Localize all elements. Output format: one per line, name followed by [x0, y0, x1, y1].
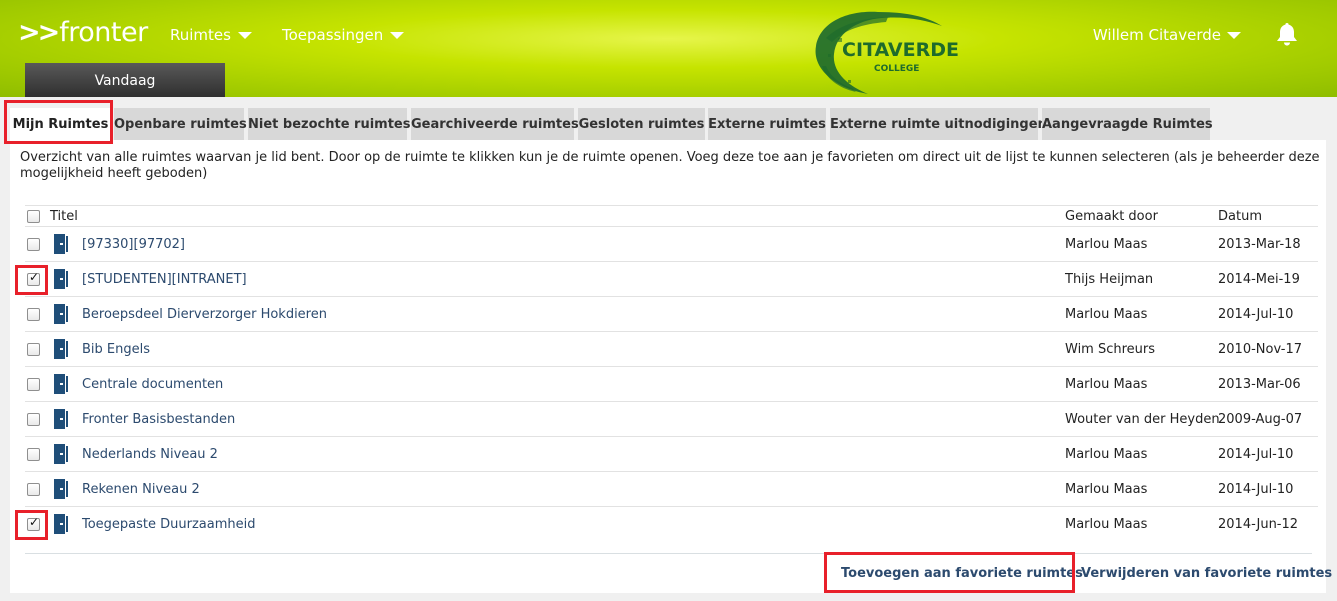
bell-icon[interactable] [1276, 22, 1298, 46]
select-all-checkbox[interactable] [27, 210, 40, 223]
table-header-row: Titel Gemaakt door Datum [25, 205, 1318, 226]
table-row: Beroepsdeel Dierverzorger Hokdieren Marlo… [25, 296, 1318, 331]
room-door-icon[interactable] [53, 374, 69, 394]
nav-toepassingen[interactable]: Toepassingen [282, 26, 405, 44]
tab-gearchiveerde-ruimtes[interactable]: Gearchiveerde ruimtes [411, 108, 579, 141]
table-row: Nederlands Niveau 2 Marlou Maas 2014-Jul-1… [25, 436, 1318, 471]
nav-toepassingen-label: Toepassingen [282, 26, 384, 44]
table-row: Toegepaste Duurzaamheid Marlou Maas 2014-J… [25, 506, 1318, 541]
room-date: 2014-Jun-12 [1218, 517, 1299, 532]
room-title-link[interactable]: Beroepsdeel Dierverzorger Hokdieren [82, 307, 327, 322]
room-title-link[interactable]: [STUDENTEN][INTRANET] [82, 272, 247, 287]
room-created-by: Marlou Maas [1065, 447, 1148, 462]
room-created-by: Wouter van der Heyden [1065, 412, 1220, 427]
room-title-link[interactable]: Fronter Basisbestanden [82, 412, 235, 427]
user-menu[interactable]: Willem Citaverde [1093, 26, 1241, 44]
tab-externe-ruimtes[interactable]: Externe ruimtes [708, 108, 826, 141]
brand-sub: COLLEGE [874, 64, 919, 74]
row-checkbox[interactable] [27, 270, 40, 286]
user-name: Willem Citaverde [1092, 26, 1221, 44]
table-row: [STUDENTEN][INTRANET] Thijs Heijman 2014-M… [25, 261, 1318, 296]
row-checkbox[interactable] [27, 515, 40, 531]
room-door-icon[interactable] [53, 339, 69, 359]
tab-mijn-ruimtes[interactable]: Mijn Ruimtes [10, 108, 111, 141]
room-door-icon[interactable] [53, 304, 69, 324]
table-row: Rekenen Niveau 2 Marlou Maas 2014-Jul-10 [25, 471, 1318, 506]
room-created-by: Marlou Maas [1065, 482, 1148, 497]
room-created-by: Marlou Maas [1065, 237, 1148, 252]
tab-aangevraagde-ruimtes[interactable]: Aangevraagde Ruimtes [1042, 108, 1213, 141]
tab-gesloten-ruimtes[interactable]: Gesloten ruimtes [578, 108, 705, 141]
brand-name: CITAVERDE [842, 39, 959, 61]
room-created-by: Marlou Maas [1065, 377, 1148, 392]
logo-text: fronter [59, 17, 148, 48]
room-date: 2013-Mar-06 [1218, 377, 1301, 392]
intro-text: Overzicht van alle ruimtes waarvan je li… [20, 150, 1320, 181]
top-header: >>fronter Ruimtes Toepassingen CITAVERDE… [0, 0, 1337, 97]
room-date: 2014-Jul-10 [1218, 447, 1294, 462]
room-title-link[interactable]: Bib Engels [82, 342, 150, 357]
row-checkbox[interactable] [27, 378, 40, 391]
room-door-icon[interactable] [53, 234, 69, 254]
add-favorites-button[interactable]: Toevoegen aan favoriete ruimtes [841, 566, 1083, 581]
table-row: Fronter Basisbestanden Wouter van der Hey… [25, 401, 1318, 436]
rooms-panel: Overzicht van alle ruimtes waarvan je li… [10, 140, 1332, 593]
room-title-link[interactable]: Centrale documenten [82, 377, 223, 392]
row-checkbox[interactable] [27, 343, 40, 356]
room-created-by: Wim Schreurs [1065, 342, 1156, 357]
room-title-link[interactable]: Nederlands Niveau 2 [82, 447, 218, 462]
room-door-icon[interactable] [53, 269, 69, 289]
caret-down-icon [390, 32, 405, 39]
tab-niet-bezochte-ruimtes[interactable]: Niet bezochte ruimtes [248, 108, 410, 141]
footer-divider [25, 553, 1312, 554]
room-created-by: Marlou Maas [1065, 517, 1148, 532]
room-date: 2009-Aug-07 [1218, 412, 1303, 427]
room-title-link[interactable]: Rekenen Niveau 2 [82, 482, 200, 497]
caret-down-icon [237, 32, 252, 39]
nav-ruimtes-label: Ruimtes [170, 26, 231, 44]
tab-externe-ruimte-uitnodigingen[interactable]: Externe ruimte uitnodigingen [830, 108, 1047, 141]
fronter-logo[interactable]: >>fronter [18, 18, 148, 48]
header-date: Datum [1218, 209, 1262, 224]
citaverde-logo: CITAVERDE COLLEGE [815, 11, 959, 94]
room-created-by: Marlou Maas [1065, 307, 1148, 322]
table-row: Bib Engels Wim Schreurs 2010-Nov-17 [25, 331, 1318, 366]
header-created-by: Gemaakt door [1065, 209, 1158, 224]
room-door-icon[interactable] [53, 514, 69, 534]
row-checkbox[interactable] [27, 238, 40, 251]
row-checkbox[interactable] [27, 308, 40, 321]
row-checkbox[interactable] [27, 413, 40, 426]
logo-arrows: >> [18, 17, 60, 48]
row-checkbox[interactable] [27, 483, 40, 496]
table-row: Centrale documenten Marlou Maas 2013-Mar-0… [25, 366, 1318, 401]
today-tab[interactable]: Vandaag [25, 63, 225, 97]
nav-ruimtes[interactable]: Ruimtes [170, 26, 252, 44]
table-row: [97330][97702] Marlou Maas 2013-Mar-18 [25, 226, 1318, 261]
room-date: 2014-Jul-10 [1218, 482, 1294, 497]
tab-openbare-ruimtes[interactable]: Openbare ruimtes [114, 108, 247, 141]
caret-down-icon [1227, 32, 1241, 39]
room-date: 2014-Mei-19 [1218, 272, 1300, 287]
room-title-link[interactable]: [97330][97702] [82, 237, 185, 252]
remove-favorites-button[interactable]: Verwijderen van favoriete ruimtes [1081, 566, 1332, 581]
header-title: Titel [50, 209, 78, 224]
room-date: 2014-Jul-10 [1218, 307, 1294, 322]
room-door-icon[interactable] [53, 409, 69, 429]
room-date: 2010-Nov-17 [1218, 342, 1303, 357]
room-created-by: Thijs Heijman [1065, 272, 1154, 287]
room-door-icon[interactable] [53, 444, 69, 464]
room-date: 2013-Mar-18 [1218, 237, 1301, 252]
row-checkbox[interactable] [27, 448, 40, 461]
room-title-link[interactable]: Toegepaste Duurzaamheid [82, 517, 256, 532]
room-door-icon[interactable] [53, 479, 69, 499]
